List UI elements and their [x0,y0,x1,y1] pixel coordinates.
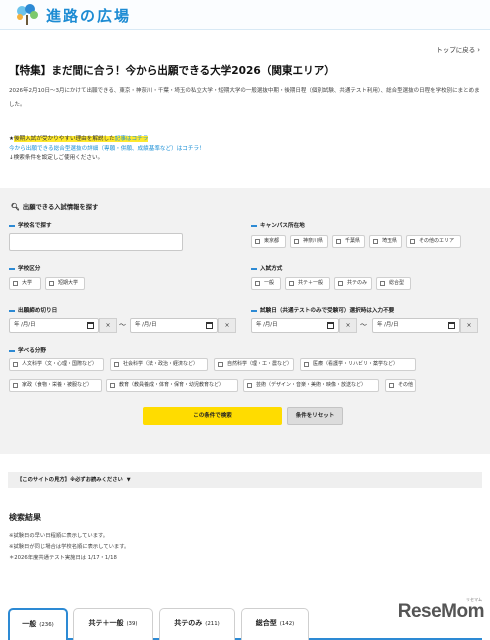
deadline-to-clear-button[interactable]: × [218,318,236,333]
page-title: 【特集】まだ間に合う！今から出願できる大学2026（関東エリア） [9,65,335,77]
checkbox-icon [338,281,343,286]
comprehensive-details-link[interactable]: 今から出願できる総合型選抜の詳細（専願・併願、成績基準など）はコチラ！ [9,145,205,155]
site-logo-text[interactable]: 進路の広場 [46,5,131,26]
checkbox-icon [336,239,341,244]
chevron-right-icon: › [477,46,480,54]
calendar-icon[interactable] [327,322,334,329]
watermark-small-text: リセマム [466,597,482,602]
checkbox-icon [373,239,378,244]
tree-logo-icon[interactable] [13,3,41,27]
results-notes: ※試験日の早い日程順に表示しています。 ※試験日が同じ場合は学校名順に表示してい… [9,531,129,564]
checkbox-icon [410,239,415,244]
field-option-social-science[interactable]: 社会科学（法・政治・経済など） [110,358,208,371]
campus-option-other[interactable]: その他のエリア [406,235,461,248]
tab-general[interactable]: 一般 (236) [8,608,68,640]
notice-highlight-text: 後期入試が受かりやすい理由を解説した [14,136,115,142]
field-option-other[interactable]: その他 [385,379,416,392]
search-panel: 🔍︎ 出願できる入試情報を探す 学校名で探す キャンパス所在地 東京都 神奈川県 … [0,188,490,454]
tab-common-plus-general[interactable]: 共テ＋一般 (39) [73,608,153,640]
deadline-label: 出願締め切り日 [9,306,57,314]
field-label: 学べる分野 [9,346,46,354]
campus-option-kanagawa[interactable]: 神奈川県 [290,235,328,248]
back-to-top-link[interactable]: トップに戻る › [436,44,480,54]
exam-date-from-input[interactable]: 年 /月/日 [251,318,339,333]
calendar-icon[interactable] [448,322,455,329]
field-option-arts[interactable]: 芸術（デザイン・音楽・美術・映像・放送など） [243,379,379,392]
exam-type-common-plus-general[interactable]: 共テ＋一般 [285,277,330,290]
search-panel-title-text: 出願できる入試情報を探す [22,204,99,211]
checkbox-icon [389,383,394,388]
back-to-top-label: トップに戻る [436,46,476,54]
search-button[interactable]: この条件で検索 [143,407,282,425]
school-type-junior-college[interactable]: 短期大学 [45,277,85,290]
checkbox-icon [294,239,299,244]
results-note: ※試験日が同じ場合は学校名順に表示しています。 [9,544,130,550]
exam-type-common-only[interactable]: 共テのみ [334,277,372,290]
calendar-icon[interactable] [87,322,94,329]
results-note: ＊2026年度共通テスト実施日は 1/17・1/18 [9,555,117,561]
field-option-natural-science[interactable]: 自然科学（理・工・農など） [214,358,294,371]
range-tilde: 〜 [360,321,367,329]
school-type-label: 学校区分 [9,264,40,272]
results-title: 検索結果 [9,513,41,522]
field-option-humanities[interactable]: 人文科学（文・心理・国際など） [9,358,104,371]
campus-option-chiba[interactable]: 千葉県 [332,235,365,248]
triangle-down-icon: ▼ [126,477,131,483]
article-link[interactable]: 記事はコチラ [115,136,149,142]
field-option-home-economics[interactable]: 家政（食物・栄養・被服など） [9,379,102,392]
school-name-input[interactable] [9,233,183,251]
tab-comprehensive[interactable]: 総合型 (142) [241,608,309,640]
checkbox-icon [255,239,260,244]
checkbox-icon [289,281,294,286]
campus-label: キャンパス所在地 [251,221,305,229]
notice-block: ★後期入試が受かりやすい理由を解説した記事はコチラ 今から出願できる総合型選抜の… [9,135,205,164]
exam-date-from-clear-button[interactable]: × [339,318,357,333]
school-type-university[interactable]: 大学 [9,277,41,290]
checkbox-icon [247,383,252,388]
field-option-medical[interactable]: 医療（看護学・リハビリ・薬学など） [300,358,416,371]
reset-button[interactable]: 条件をリセット [287,407,343,425]
notice-highlight: 後期入試が受かりやすい理由を解説した記事はコチラ [14,136,149,142]
checkbox-icon [13,383,18,388]
range-tilde: 〜 [119,321,126,329]
lead-text: 2026年2月10日～3月にかけて出願できる、東京・神奈川・千葉・埼玉の私立大学… [9,88,480,108]
site-guide-toggle[interactable]: 【このサイトの見方】※必ずお読みください ▼ [8,472,482,488]
exam-type-general[interactable]: 一般 [251,277,281,290]
site-header: 進路の広場 [0,0,490,30]
checkbox-icon [49,281,54,286]
search-panel-title: 🔍︎ 出願できる入試情報を探す [11,202,98,211]
site-guide-label: 【このサイトの見方】※必ずお読みください [17,477,123,483]
checkbox-icon [218,362,223,367]
field-option-education[interactable]: 教育（教員養成・体育・保育・幼児教育など） [106,379,238,392]
resemom-watermark: ReseMom リセマム [397,597,485,623]
exam-date-to-input[interactable]: 年 /月/日 [372,318,460,333]
checkbox-icon [255,281,260,286]
tab-common-only[interactable]: 共テのみ (211) [159,608,235,640]
checkbox-icon [13,362,18,367]
checkbox-icon [13,281,18,286]
school-name-label: 学校名で探す [9,221,52,229]
checkbox-icon [110,383,115,388]
campus-option-saitama[interactable]: 埼玉県 [369,235,402,248]
instruction-text: ↓検索条件を設定しご使用ください。 [9,155,104,161]
watermark-text: ReseMom [397,601,485,622]
checkbox-icon [304,362,309,367]
deadline-from-clear-button[interactable]: × [99,318,117,333]
exam-type-label: 入試方式 [251,264,282,272]
checkbox-icon [380,281,385,286]
calendar-icon[interactable] [206,322,213,329]
results-note: ※試験日の早い日程順に表示しています。 [9,533,109,539]
deadline-to-input[interactable]: 年 /月/日 [130,318,218,333]
exam-date-to-clear-button[interactable]: × [460,318,478,333]
exam-date-label: 試験日（共通テストのみで受験可）選択時は入力不要 [251,306,394,314]
campus-option-tokyo[interactable]: 東京都 [251,235,286,248]
deadline-from-input[interactable]: 年 /月/日 [9,318,99,333]
checkbox-icon [114,362,119,367]
exam-type-comprehensive[interactable]: 総合型 [376,277,411,290]
search-icon: 🔍︎ [11,203,20,211]
